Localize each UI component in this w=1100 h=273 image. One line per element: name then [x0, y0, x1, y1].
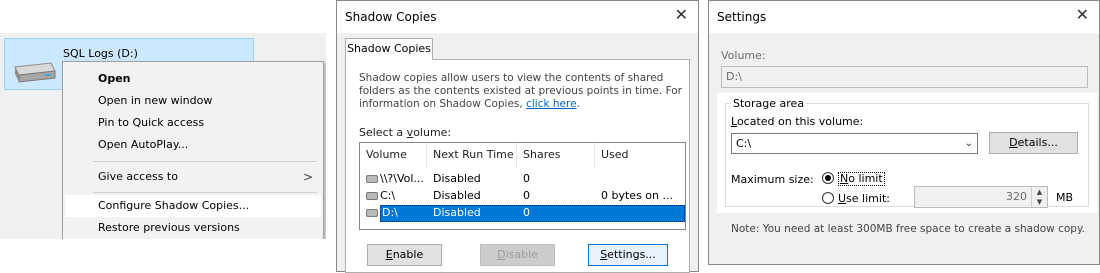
storage-area-label: Storage area: [731, 97, 807, 110]
cell-used: 0 bytes on ...: [601, 189, 673, 202]
disable-button: Disable: [480, 244, 555, 266]
no-limit-label[interactable]: No limit: [838, 172, 885, 186]
accelerator-key: U: [838, 192, 847, 205]
no-limit-radio[interactable]: [822, 172, 834, 184]
submenu-arrow-icon: >: [302, 170, 313, 184]
dialog-title: Shadow Copies: [345, 10, 437, 24]
volume-label: Volume:: [721, 49, 766, 62]
menu-item-pin-quick-access[interactable]: Pin to Quick access: [65, 112, 321, 134]
column-header-shares[interactable]: Shares: [517, 143, 595, 167]
select-volume-label: Select a volume:: [359, 126, 451, 139]
located-volume-dropdown[interactable]: C:\ ⌄: [731, 133, 978, 154]
shadow-copies-dialog: Shadow Copies ✕ Shadow Copies Shadow cop…: [336, 0, 699, 273]
menu-item-label: Give access to: [98, 170, 178, 183]
table-row-selected[interactable]: D:\ Disabled 0: [360, 205, 685, 222]
dropdown-value: C:\: [736, 137, 752, 150]
column-header-next-run-time[interactable]: Next Run Time: [427, 143, 517, 167]
menu-item-configure-shadow-copies[interactable]: Configure Shadow Copies...: [65, 195, 321, 217]
context-menu: Open Open in new window Pin to Quick acc…: [62, 61, 324, 239]
accelerator-key: D: [1009, 136, 1018, 149]
dialog-title: Settings: [717, 10, 767, 24]
accelerator-key: D: [497, 248, 506, 261]
description-body: Shadow copies allow users to view the co…: [359, 72, 682, 110]
menu-item-label: Open AutoPlay...: [98, 138, 189, 151]
radio-selected-dot: [825, 175, 831, 181]
cell-next-run: Disabled: [433, 206, 481, 219]
description-text: Shadow copies allow users to view the co…: [359, 72, 684, 111]
chevron-down-icon: ▼: [1036, 198, 1043, 206]
menu-item-label: Configure Shadow Copies...: [98, 199, 250, 212]
cell-next-run: Disabled: [433, 172, 481, 185]
table-row[interactable]: \\?\Vol... Disabled 0: [360, 171, 685, 188]
cell-shares: 0: [523, 189, 530, 202]
close-icon[interactable]: ✕: [1076, 5, 1089, 24]
title-bar: Shadow Copies ✕: [337, 1, 698, 33]
description-suffix: .: [576, 98, 580, 110]
volume-field: D:\: [721, 66, 1088, 88]
limit-unit: MB: [1056, 191, 1074, 204]
volume-icon: [366, 209, 378, 217]
accelerator-key: N: [840, 172, 849, 185]
hard-drive-icon: [14, 62, 56, 83]
button-label: nable: [392, 248, 424, 261]
volume-icon: [366, 175, 378, 183]
chevron-down-icon: ⌄: [964, 138, 973, 149]
label-part: o limit: [848, 172, 883, 185]
table-row[interactable]: C:\ Disabled 0 0 bytes on ...: [360, 188, 685, 205]
cell-volume: D:\: [382, 206, 398, 219]
drive-name: SQL Logs (D:): [63, 47, 138, 60]
menu-separator: [93, 161, 317, 162]
cell-shares: 0: [523, 206, 530, 219]
menu-item-label: Open in new window: [98, 94, 213, 107]
menu-item-label: Restore previous versions: [98, 221, 240, 234]
label-part: se limit:: [846, 192, 890, 205]
limit-size-spinner: 320 ▲ ▼: [914, 186, 1048, 208]
storage-area-group: Storage area Located on this volume: C:\…: [717, 93, 1097, 213]
menu-separator: [93, 192, 317, 193]
settings-button[interactable]: Settings...: [588, 244, 668, 266]
label-part: ocated on this volume:: [736, 115, 864, 128]
button-label: ettings...: [607, 248, 656, 261]
use-limit-label[interactable]: Use limit:: [838, 192, 890, 205]
chevron-up-icon: ▲: [1036, 188, 1043, 196]
menu-item-open-new-window[interactable]: Open in new window: [65, 90, 321, 112]
menu-item-open[interactable]: Open: [65, 68, 321, 90]
note-text: Note: You need at least 300MB free space…: [731, 223, 1086, 235]
tab-page: Shadow copies allow users to view the co…: [345, 59, 690, 273]
selection-highlight: [380, 205, 685, 222]
title-bar: Settings ✕: [709, 1, 1099, 33]
button-label: etails...: [1017, 136, 1058, 149]
volume-icon: [366, 192, 378, 200]
cell-shares: 0: [523, 172, 530, 185]
click-here-link[interactable]: click here: [526, 98, 576, 110]
use-limit-radio[interactable]: [822, 192, 834, 204]
menu-item-restore-previous-versions[interactable]: Restore previous versions: [65, 217, 321, 239]
accelerator-key: E: [385, 248, 393, 261]
close-icon[interactable]: ✕: [675, 5, 688, 24]
volume-list[interactable]: Volume Next Run Time Shares Used \\?\Vol…: [359, 142, 686, 230]
details-button[interactable]: Details...: [989, 132, 1078, 154]
cell-volume: C:\: [380, 189, 396, 202]
settings-dialog: Settings ✕ Volume: D:\ Storage area Loca…: [708, 0, 1100, 265]
menu-item-open-autoplay[interactable]: Open AutoPlay...: [65, 134, 321, 156]
menu-item-label: Pin to Quick access: [98, 116, 205, 129]
explorer-panel: SQL Logs (D:) Open Open in new window Pi…: [0, 33, 326, 239]
button-label: isable: [505, 248, 538, 261]
tab-shadow-copies[interactable]: Shadow Copies: [345, 38, 433, 60]
cell-volume: \\?\Vol...: [380, 172, 424, 185]
menu-item-give-access[interactable]: Give access to >: [65, 166, 321, 188]
maximum-size-label: Maximum size:: [731, 173, 814, 186]
menu-item-label: Open: [98, 72, 131, 85]
label-part: Select a: [359, 126, 407, 139]
located-on-label: Located on this volume:: [731, 115, 863, 128]
cell-next-run: Disabled: [433, 189, 481, 202]
spinner-arrows: ▲ ▼: [1031, 187, 1047, 207]
column-header-volume[interactable]: Volume: [360, 143, 427, 167]
column-header-used[interactable]: Used: [595, 143, 685, 167]
spinner-value: 320: [1006, 190, 1027, 203]
enable-button[interactable]: Enable: [367, 244, 442, 266]
label-part: olume:: [413, 126, 452, 139]
